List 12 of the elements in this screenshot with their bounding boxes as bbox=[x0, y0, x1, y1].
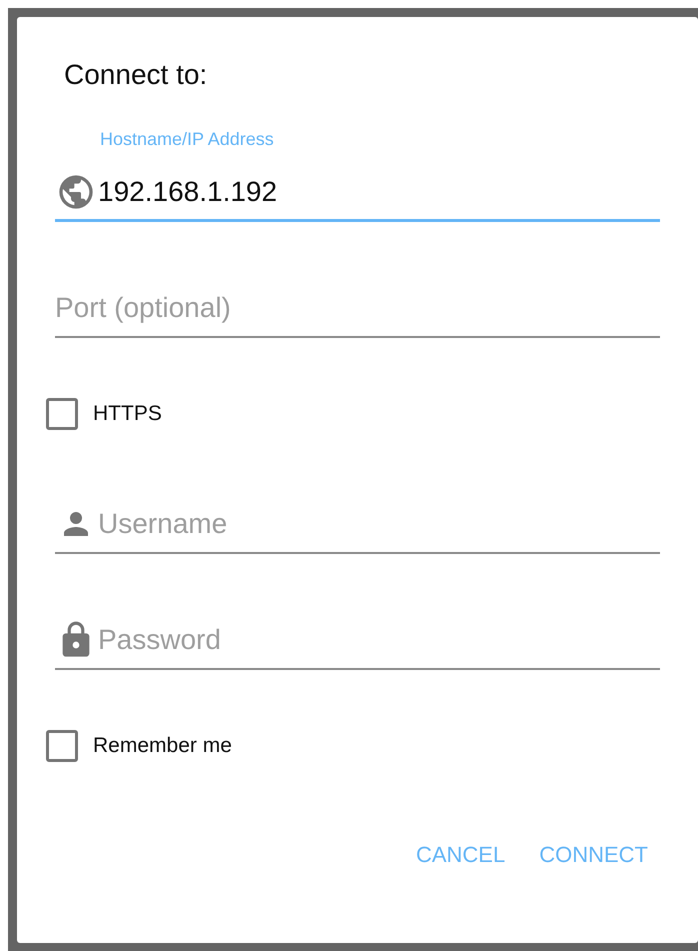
dialog-title: Connect to: bbox=[64, 58, 208, 92]
text-field[interactable]: Password bbox=[98, 624, 660, 656]
text-field[interactable]: Port (optional) bbox=[55, 292, 660, 324]
field-label: Hostname/IP Address bbox=[99, 128, 275, 150]
text-field[interactable]: 192.168.1.192 bbox=[98, 176, 660, 208]
checkbox[interactable] bbox=[46, 730, 78, 762]
checkbox-label: HTTPS bbox=[93, 402, 162, 426]
checkbox-label: Remember me bbox=[93, 734, 232, 758]
text-field[interactable]: Username bbox=[98, 508, 660, 540]
dialog-button[interactable]: CANCEL bbox=[412, 834, 510, 874]
dialog-button[interactable]: CONNECT bbox=[535, 834, 652, 874]
checkbox[interactable] bbox=[46, 398, 78, 430]
